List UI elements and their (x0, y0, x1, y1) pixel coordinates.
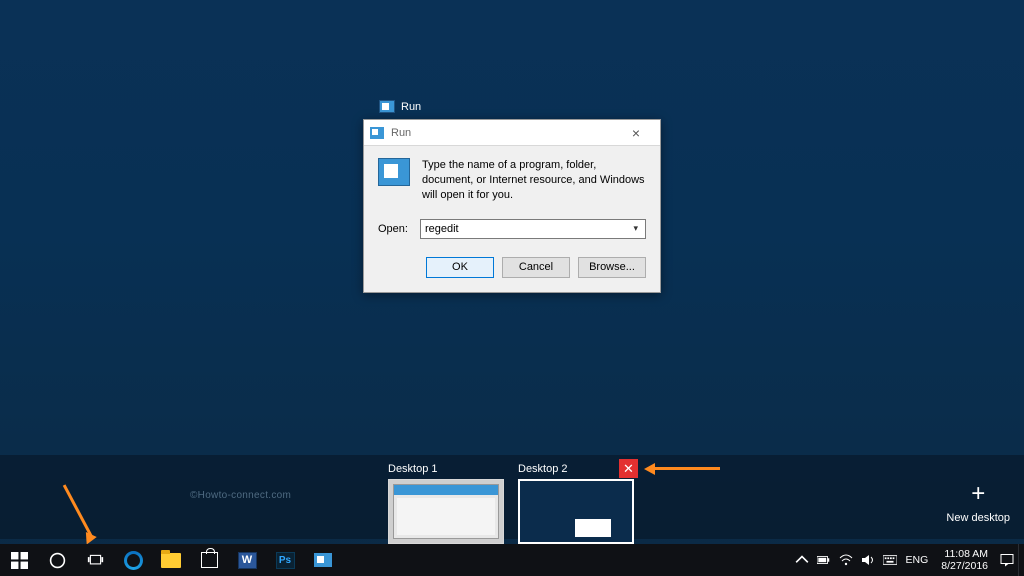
close-desktop-button[interactable]: ✕ (619, 459, 638, 478)
new-desktop-button[interactable]: + New desktop (946, 482, 1010, 524)
tray-keyboard-button[interactable] (879, 544, 901, 576)
cortana-icon (49, 552, 66, 569)
wifi-icon (839, 553, 853, 567)
volume-icon (861, 553, 875, 567)
battery-icon (817, 553, 831, 567)
store-button[interactable] (190, 544, 228, 576)
browse-button[interactable]: Browse... (578, 257, 646, 278)
run-titlebar[interactable]: Run × (364, 120, 660, 146)
thumbnail-preview-window (393, 484, 499, 539)
tray-volume-button[interactable] (857, 544, 879, 576)
chevron-up-icon (795, 553, 809, 567)
photoshop-button[interactable]: Ps (266, 544, 304, 576)
run-dialog-icon (378, 158, 410, 186)
taskbar: W Ps ENG 11:08 AM 8/27/2016 (0, 544, 1024, 576)
clock-date: 8/27/2016 (941, 560, 988, 572)
tray-network-button[interactable] (835, 544, 857, 576)
cortana-button[interactable] (38, 544, 76, 576)
virtual-desktop-2[interactable]: Desktop 2 (518, 463, 634, 544)
run-label-text: Run (401, 101, 421, 113)
run-titlebar-icon (370, 127, 384, 139)
thumbnail-preview-run (575, 519, 611, 537)
run-description: Type the name of a program, folder, docu… (422, 158, 646, 203)
word-button[interactable]: W (228, 544, 266, 576)
taskview-icon (87, 552, 104, 569)
open-combobox[interactable]: ▾ (420, 219, 646, 239)
folder-icon (161, 553, 181, 568)
run-small-icon (379, 100, 395, 113)
start-button[interactable] (0, 544, 38, 576)
run-app-button[interactable] (304, 544, 342, 576)
keyboard-icon (883, 553, 897, 567)
edge-button[interactable] (114, 544, 152, 576)
notification-icon (1000, 553, 1014, 567)
ok-button[interactable]: OK (426, 257, 494, 278)
action-center-button[interactable] (996, 544, 1018, 576)
file-explorer-button[interactable] (152, 544, 190, 576)
close-icon[interactable]: × (618, 120, 654, 145)
cancel-button[interactable]: Cancel (502, 257, 570, 278)
close-icon: ✕ (623, 461, 634, 477)
tray-chevron-button[interactable] (791, 544, 813, 576)
windows-icon (11, 552, 28, 569)
plus-icon: + (946, 482, 1010, 506)
taskview-window-label: Run (379, 100, 421, 113)
language-indicator[interactable]: ENG (901, 554, 934, 566)
taskview-strip (0, 455, 1024, 539)
virtual-desktop-thumbnail[interactable] (518, 479, 634, 544)
word-icon: W (238, 552, 257, 569)
edge-icon (124, 551, 143, 570)
virtual-desktop-thumbnail[interactable] (388, 479, 504, 544)
open-input[interactable] (425, 223, 631, 235)
virtual-desktop-label: Desktop 1 (388, 463, 504, 475)
open-label: Open: (378, 223, 408, 235)
watermark-text: ©Howto-connect.com (190, 490, 291, 501)
new-desktop-label: New desktop (946, 512, 1010, 524)
clock-button[interactable]: 11:08 AM 8/27/2016 (933, 548, 996, 572)
store-icon (201, 552, 218, 568)
tray-battery-button[interactable] (813, 544, 835, 576)
annotation-arrow-close (644, 465, 720, 472)
chevron-down-icon[interactable]: ▾ (630, 223, 641, 234)
virtual-desktop-label: Desktop 2 (518, 463, 634, 475)
run-dialog: Run × Type the name of a program, folder… (363, 119, 661, 293)
show-desktop-button[interactable] (1018, 544, 1024, 576)
photoshop-icon: Ps (276, 552, 295, 569)
taskview-button[interactable] (76, 544, 114, 576)
run-title-text: Run (391, 127, 618, 139)
run-app-icon (314, 553, 332, 567)
clock-time: 11:08 AM (941, 548, 988, 560)
virtual-desktop-1[interactable]: Desktop 1 (388, 463, 504, 544)
